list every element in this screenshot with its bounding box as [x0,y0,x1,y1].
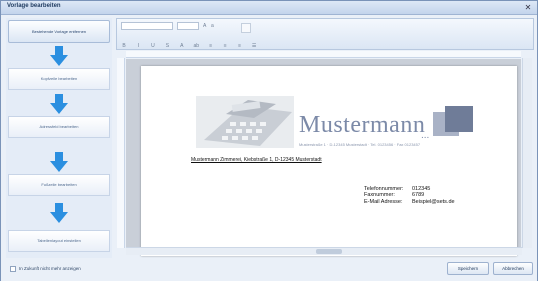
align-center-icon[interactable]: ≡ [221,43,229,49]
format-buttons: B I U S A ab ≡ ≡ ≡ ☰ [120,34,300,49]
window-title: Vorlage bearbeiten [7,3,61,9]
italic-icon[interactable]: I [134,43,142,49]
brand-address: Musterstraße 1 · D-12345 Musterstadt · T… [299,142,421,147]
underline-icon[interactable]: U [149,43,157,49]
paste-icon[interactable] [241,23,251,33]
horizontal-scrollbar[interactable] [126,247,522,255]
horizontal-ruler [126,51,521,64]
contact-value: 012345 [412,186,431,192]
contact-key: E-Mail Adresse: [364,198,403,205]
document-canvas[interactable]: Mustermann ... Musterstraße 1 · D-12345 … [126,59,521,256]
align-left-icon[interactable]: ≡ [207,43,215,49]
contact-value: Beispiel@sets.de [412,198,455,205]
step-table-layout[interactable]: Tabellenlayout einstellen [8,230,110,252]
step-header[interactable]: Kopfzeile bearbeiten [8,68,110,90]
font-size-dropdown[interactable] [177,22,199,30]
arrow-down-icon [50,203,68,223]
sender-line: Mustermann Zimmerei, Kiebstraße 1, D-123… [191,157,322,163]
grow-font-icon[interactable]: A [203,23,209,29]
calculator-photo [196,96,294,148]
dont-show-again-checkbox[interactable] [10,266,16,272]
formatting-toolbar: A a B I U S A ab ≡ ≡ ≡ ☰ [116,18,534,50]
vertical-scrollbar[interactable] [522,58,532,248]
scrollbar-thumb[interactable] [316,249,342,254]
align-right-icon[interactable]: ≡ [236,43,244,49]
bold-icon[interactable]: B [120,43,128,49]
step-address[interactable]: Adressfeld bearbeiten [8,116,110,138]
template-editor-window: Vorlage bearbeiten ✕ Bestehende Vorlage … [0,0,538,281]
arrow-down-icon [50,152,68,172]
brand-logo-squares [433,106,473,136]
cancel-button[interactable]: Abbrechen [493,262,533,275]
steps-panel: Bestehende Vorlage entfernen Kopfzeile b… [6,18,112,258]
dont-show-again-label: In Zukunft nicht mehr anzeigen [19,266,81,271]
contact-row: E-Mail Adresse: Beispiel@sets.de [364,199,455,205]
brand-dots: ... [421,130,430,141]
highlight-icon[interactable]: ab [192,43,200,49]
vertical-ruler [117,58,125,248]
brand-name: Mustermann [299,112,426,138]
remove-template-button[interactable]: Bestehende Vorlage entfernen [8,20,110,43]
contact-block: Telefonnummer: 012345 Faxnummer: 6789 E-Ma… [364,186,455,205]
document-page[interactable]: Mustermann ... Musterstraße 1 · D-12345 … [141,66,517,256]
shrink-font-icon[interactable]: a [211,23,217,29]
arrow-down-icon [50,46,68,66]
dialog-footer: In Zukunft nicht mehr anzeigen Speichern… [1,258,537,281]
step-footer[interactable]: Fußzeile bearbeiten [8,174,110,196]
close-icon[interactable]: ✕ [523,3,533,12]
list-icon[interactable]: ☰ [250,43,258,49]
strike-icon[interactable]: S [163,43,171,49]
font-family-dropdown[interactable] [121,22,173,30]
title-bar[interactable]: Vorlage bearbeiten ✕ [1,1,537,15]
arrow-down-icon [50,94,68,114]
save-button[interactable]: Speichern [447,262,489,275]
font-color-icon[interactable]: A [178,43,186,49]
contact-value: 6789 [412,192,425,199]
